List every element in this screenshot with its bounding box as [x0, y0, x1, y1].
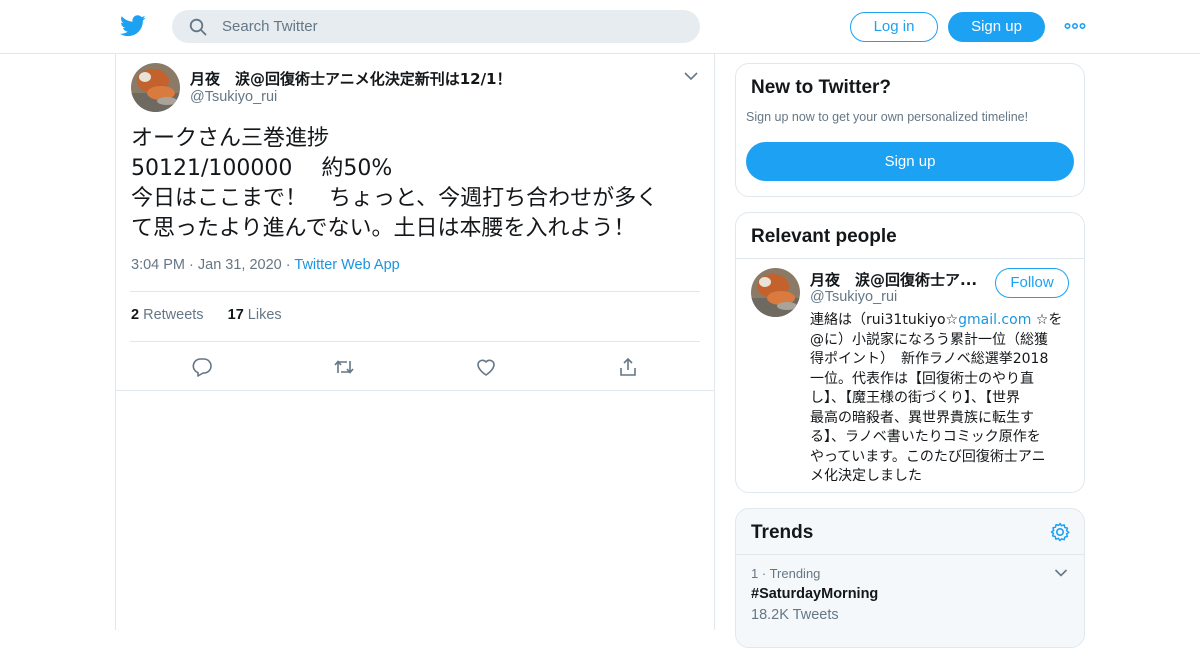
person-handle[interactable]: @Tsukiyo_rui	[810, 289, 897, 305]
avatar[interactable]	[131, 63, 180, 112]
divider	[736, 554, 1084, 555]
bio-text: ☆を	[1031, 312, 1063, 328]
retweets-label: Retweets	[143, 307, 204, 323]
bio-line: やっています。このたび回復術士アニ	[810, 448, 1046, 465]
trend-context-label: Trending	[769, 566, 821, 581]
new-to-twitter-card: New to Twitter? Sign up now to get your …	[735, 63, 1085, 197]
tweet-text-line: 50121/100000 約50%	[131, 156, 393, 181]
trend-name-link[interactable]: #SaturdayMorning	[751, 586, 878, 602]
chevron-down-icon[interactable]	[683, 70, 699, 82]
bio-line: 一位。代表作は【回復術士のやり直	[810, 370, 1034, 387]
sign-up-button[interactable]: Sign up	[948, 12, 1045, 42]
chevron-down-icon[interactable]	[1054, 568, 1068, 578]
bio-text: 連絡は（rui31tukiyo☆	[810, 312, 959, 328]
trend-rank: 1	[751, 566, 759, 581]
follow-button[interactable]: Follow	[995, 268, 1069, 298]
tweet-text-line: て思ったより進んでない。土日は本腰を入れよう！	[131, 216, 636, 241]
gear-icon[interactable]	[1049, 521, 1071, 543]
bio-line: 連絡は（rui31tukiyo☆gmail.com ☆を	[810, 311, 1074, 331]
tweet-date[interactable]: Jan 31, 2020	[198, 257, 282, 273]
tweet-stats: 2 Retweets 17 Likes	[131, 307, 282, 323]
divider	[130, 291, 700, 292]
retweets-count: 2	[131, 307, 140, 323]
author-name[interactable]: 月夜 涙@回復術士アニメ化決定新刊は12/1！	[190, 68, 512, 89]
retweet-icon[interactable]	[333, 356, 355, 378]
divider	[736, 258, 1084, 259]
search-box[interactable]	[172, 10, 700, 43]
reply-icon[interactable]	[191, 356, 213, 378]
bio-line: 得ポイント） 新作ラノベ総選挙2018	[810, 351, 1049, 367]
like-icon[interactable]	[475, 356, 497, 378]
likes-label: Likes	[247, 307, 282, 323]
bio-line: 最高の暗殺者、異世界貴族に転生す	[810, 409, 1034, 426]
tweet-column: 月夜 涙@回復術士アニメ化決定新刊は12/1！ @Tsukiyo_rui オーク…	[115, 54, 715, 630]
log-in-button[interactable]: Log in	[850, 12, 938, 42]
bio-line: し】、【魔王様の街づくり】、【世界	[810, 390, 1020, 406]
twitter-bird-icon[interactable]	[120, 14, 146, 38]
card-title: Trends	[751, 522, 814, 543]
avatar[interactable]	[751, 268, 800, 317]
trend-tweet-count: 18.2K Tweets	[751, 607, 839, 623]
tweet-time[interactable]: 3:04 PM	[131, 257, 185, 273]
card-title: New to Twitter?	[751, 77, 892, 98]
card-title: Relevant people	[751, 226, 897, 247]
likes-stat[interactable]: 17 Likes	[228, 307, 282, 323]
meta-separator: ·	[761, 566, 770, 581]
tweet: 月夜 涙@回復術士アニメ化決定新刊は12/1！ @Tsukiyo_rui オーク…	[116, 54, 714, 391]
tweet-text-line: 今日はここまで！ ちょっと、今週打ち合わせが多く	[131, 186, 659, 211]
sign-up-button[interactable]: Sign up	[746, 142, 1074, 181]
bio-line: る】、ラノベ書いたりコミック原作を	[810, 429, 1041, 445]
search-icon	[189, 18, 207, 36]
person-name[interactable]: 月夜 涙@回復術士ア...	[810, 269, 982, 290]
bio-line: @に）小説家になろう累計一位（総獲	[810, 331, 1048, 348]
trend-context: 1 · Trending	[751, 566, 820, 581]
bio-link[interactable]: gmail.com	[958, 312, 1031, 328]
card-subtitle: Sign up now to get your own personalized…	[746, 110, 1029, 124]
retweets-stat[interactable]: 2 Retweets	[131, 307, 204, 323]
author-handle[interactable]: @Tsukiyo_rui	[190, 89, 277, 105]
tweet-text: オークさん三巻進捗 50121/100000 約50% 今日はここまで！ ちょっ…	[131, 124, 703, 244]
bio-line: メ化決定しました	[810, 468, 922, 484]
person-bio: 連絡は（rui31tukiyo☆gmail.com ☆を @に）小説家になろう累…	[810, 311, 1074, 487]
divider	[130, 341, 700, 342]
tweet-meta: 3:04 PM · Jan 31, 2020 · Twitter Web App	[131, 257, 400, 273]
tweet-source-link[interactable]: Twitter Web App	[294, 257, 399, 273]
relevant-people-card: Relevant people 月夜 涙@回復術士ア... @Tsukiyo_r…	[735, 212, 1085, 493]
more-dots-icon[interactable]	[1064, 18, 1086, 34]
likes-count: 17	[227, 307, 244, 323]
search-input[interactable]	[222, 10, 682, 43]
tweet-text-line: オークさん三巻進捗	[131, 126, 330, 151]
share-icon[interactable]	[617, 356, 639, 378]
meta-separator: ·	[189, 257, 198, 273]
top-navigation-bar: Log in Sign up	[0, 0, 1200, 54]
trends-card: Trends 1 · Trending #SaturdayMorning 18.…	[735, 508, 1085, 648]
